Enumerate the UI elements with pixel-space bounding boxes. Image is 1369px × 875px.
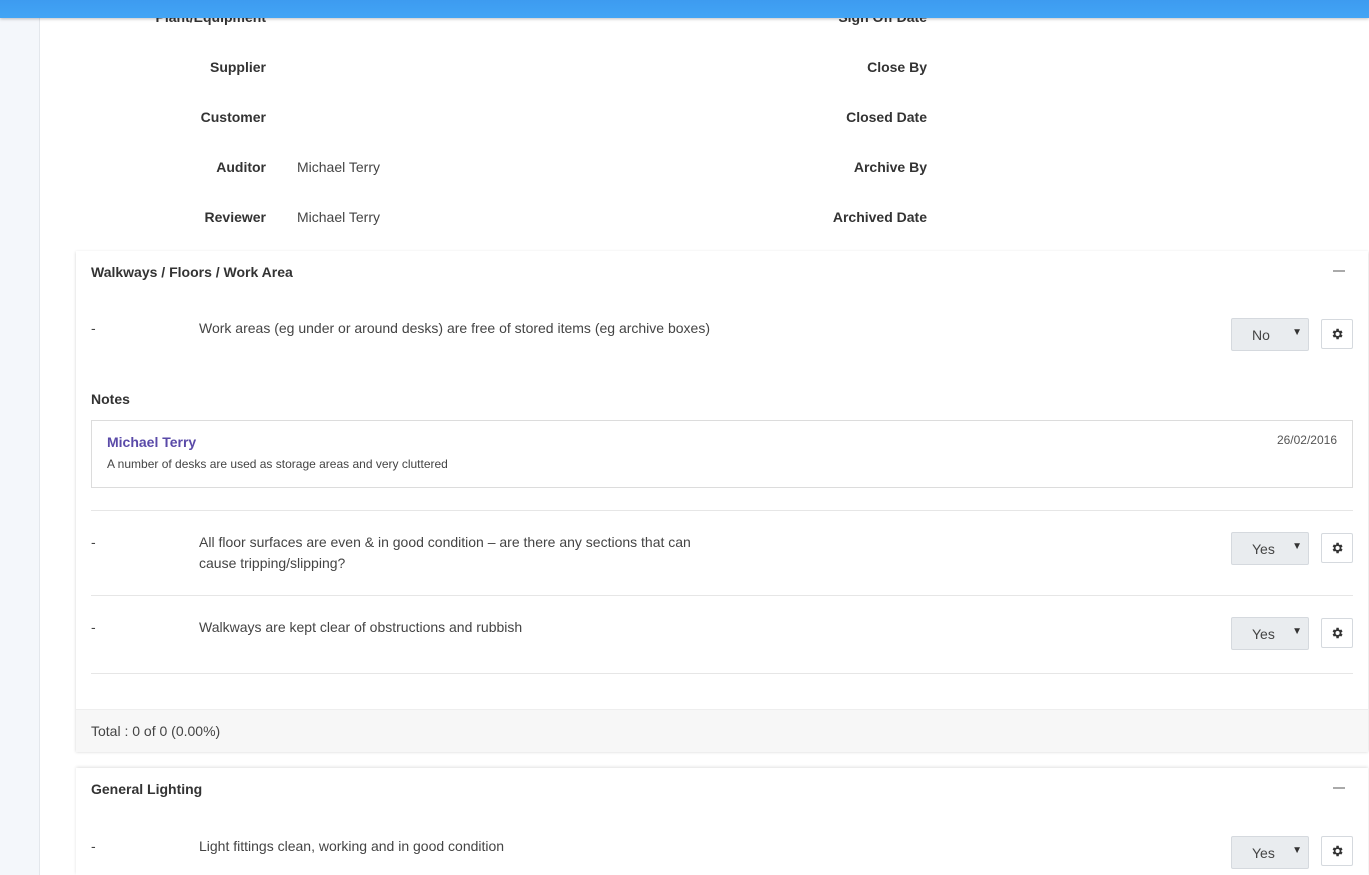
- caret-down-icon: ▼: [1292, 541, 1302, 552]
- section-panel-general-lighting: General Lighting - Light fittings clean,…: [76, 768, 1368, 875]
- gear-icon: [1332, 328, 1343, 340]
- note-date: 26/02/2016: [1276, 433, 1337, 447]
- field-reviewer: Reviewer: [46, 209, 266, 229]
- answer-select[interactable]: Yes ▼: [1231, 532, 1309, 565]
- section-title: Walkways / Floors / Work Area: [91, 264, 293, 280]
- field-label: Closed Date: [846, 109, 927, 125]
- answer-select-value: Yes: [1252, 845, 1275, 861]
- gear-icon: [1332, 845, 1343, 857]
- top-app-bar: [0, 0, 1369, 18]
- answer-select-value: Yes: [1252, 541, 1275, 557]
- reviewer-value: Michael Terry: [297, 209, 380, 225]
- question-settings-button[interactable]: [1321, 618, 1353, 648]
- question-text: Work areas (eg under or around desks) ar…: [199, 320, 710, 336]
- note-author-link[interactable]: Michael Terry: [107, 434, 196, 450]
- question-text: All floor surfaces are even & in good co…: [199, 534, 691, 571]
- answer-select[interactable]: Yes ▼: [1231, 836, 1309, 869]
- section-total: Total : 0 of 0 (0.00%): [91, 723, 221, 739]
- field-label: Archived Date: [832, 209, 927, 225]
- caret-down-icon: ▼: [1292, 845, 1302, 856]
- question-settings-button[interactable]: [1321, 319, 1353, 349]
- gear-icon: [1332, 542, 1343, 554]
- note-text: A number of desks are used as storage ar…: [107, 457, 448, 471]
- notes-label: Notes: [91, 391, 130, 407]
- question-dash: -: [91, 534, 96, 550]
- field-label: Archive By: [853, 159, 927, 175]
- field-archive-by: Archive By: [707, 159, 927, 179]
- question-divider: [91, 595, 1353, 596]
- gear-icon: [1332, 627, 1343, 639]
- answer-select-value: Yes: [1252, 626, 1275, 642]
- question-dash: -: [91, 619, 96, 635]
- field-label: Close By: [867, 59, 927, 75]
- question-dash: -: [91, 838, 96, 854]
- answer-select-value: No: [1252, 327, 1270, 343]
- question-text: Walkways are kept clear of obstructions …: [199, 619, 523, 635]
- question-divider: [91, 510, 1353, 511]
- collapse-icon[interactable]: [1333, 787, 1345, 789]
- answer-select[interactable]: Yes ▼: [1231, 617, 1309, 650]
- field-close-by: Close By: [707, 59, 927, 79]
- field-label: Auditor: [216, 159, 266, 175]
- field-label: Reviewer: [204, 209, 266, 225]
- field-label: Supplier: [209, 59, 266, 75]
- answer-select[interactable]: No ▼: [1231, 318, 1309, 351]
- caret-down-icon: ▼: [1292, 626, 1302, 637]
- field-customer: Customer: [46, 109, 266, 129]
- field-supplier: Supplier: [46, 59, 266, 79]
- auditor-value: Michael Terry: [297, 159, 380, 175]
- question-dash: -: [91, 320, 96, 336]
- question-settings-button[interactable]: [1321, 533, 1353, 563]
- field-closed-date: Closed Date: [707, 109, 927, 129]
- section-footer: Total : 0 of 0 (0.00%): [76, 709, 1368, 752]
- question-settings-button[interactable]: [1321, 836, 1353, 866]
- left-sidebar-strip: [0, 0, 40, 875]
- caret-down-icon: ▼: [1292, 327, 1302, 338]
- field-auditor: Auditor: [46, 159, 266, 179]
- collapse-icon[interactable]: [1333, 270, 1345, 272]
- question-divider: [91, 673, 1353, 674]
- field-archived-date: Archived Date: [707, 209, 927, 229]
- section-title: General Lighting: [91, 781, 203, 797]
- question-text: Light fittings clean, working and in goo…: [199, 838, 505, 854]
- note-card: Michael Terry 26/02/2016 A number of des…: [91, 420, 1353, 488]
- section-panel-walkways: Walkways / Floors / Work Area - Work are…: [76, 251, 1368, 752]
- field-label: Customer: [200, 109, 266, 125]
